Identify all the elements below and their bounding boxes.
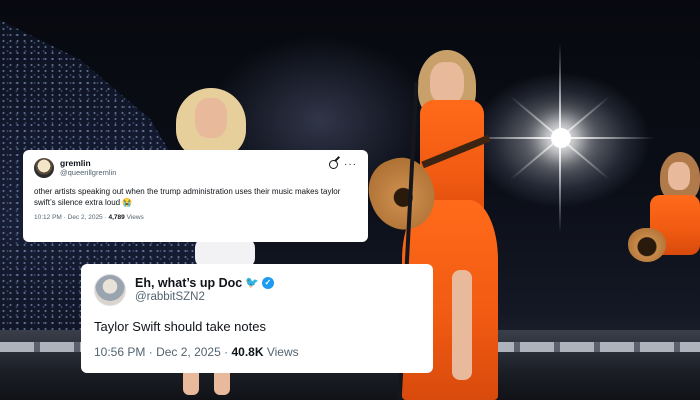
tweet-card-rabbit[interactable]: Eh, what’s up Doc 🐦 ✓ @rabbitSZN2 Taylor… bbox=[81, 264, 433, 373]
grok-icon[interactable] bbox=[329, 160, 338, 169]
separator: · bbox=[148, 345, 153, 359]
tweet-time[interactable]: 10:56 PM bbox=[94, 345, 145, 359]
views-label: Views bbox=[266, 345, 299, 359]
more-options-icon[interactable]: ··· bbox=[344, 160, 357, 170]
tweet-header: gremlin @queerillgremlin ··· bbox=[34, 158, 357, 178]
user-handle[interactable]: @rabbitSZN2 bbox=[135, 291, 274, 304]
spotlight bbox=[551, 128, 571, 148]
tweet-text: Taylor Swift should take notes bbox=[94, 319, 266, 334]
views-count: 4,789 bbox=[108, 214, 125, 221]
views-count: 40.8K bbox=[231, 345, 264, 359]
separator: · bbox=[63, 214, 66, 221]
tweet-text: other artists speaking out when the trum… bbox=[34, 187, 341, 207]
separator: · bbox=[104, 214, 107, 221]
avatar[interactable] bbox=[94, 274, 126, 306]
tweet-card-gremlin[interactable]: gremlin @queerillgremlin ··· other artis… bbox=[23, 150, 368, 242]
user-handle[interactable]: @queerillgremlin bbox=[60, 168, 116, 178]
views-label: Views bbox=[126, 214, 144, 221]
tweet-meta: 10:12 PM · Dec 2, 2025 · 4,789 Views bbox=[34, 214, 357, 221]
tweet-time[interactable]: 10:12 PM bbox=[34, 214, 62, 221]
bird-emoji-icon: 🐦 bbox=[245, 276, 259, 289]
tweet-date[interactable]: Dec 2, 2025 bbox=[156, 345, 221, 359]
avatar[interactable] bbox=[34, 158, 54, 178]
separator: · bbox=[224, 345, 229, 359]
tweet-header: Eh, what’s up Doc 🐦 ✓ @rabbitSZN2 bbox=[94, 274, 420, 306]
tweet-meta: 10:56 PM · Dec 2, 2025 · 40.8K Views bbox=[94, 345, 420, 359]
tweet-date[interactable]: Dec 2, 2025 bbox=[68, 214, 103, 221]
display-name[interactable]: Eh, what’s up Doc bbox=[135, 276, 242, 290]
verified-badge-icon: ✓ bbox=[261, 276, 274, 289]
